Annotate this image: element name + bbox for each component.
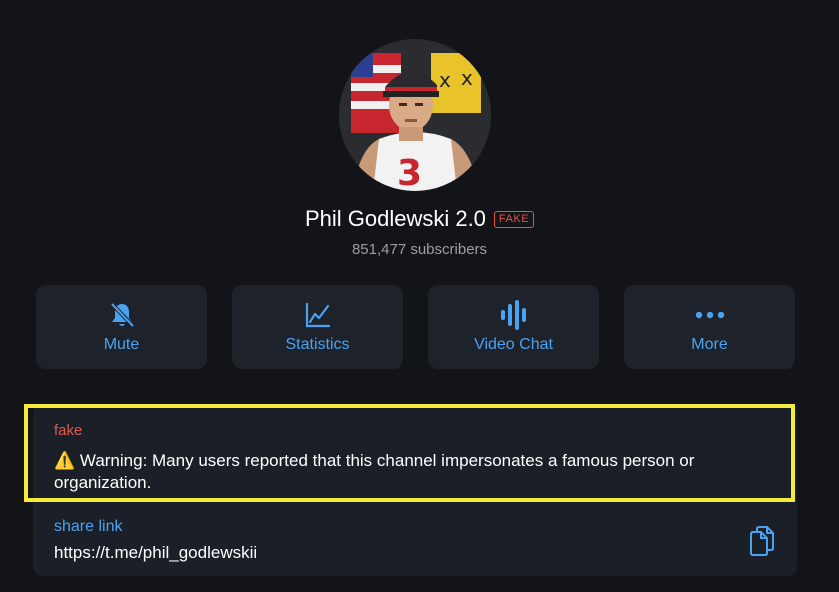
impersonation-warning: ⚠️ Warning: Many users reported that thi… xyxy=(54,450,784,494)
chart-line-icon xyxy=(304,300,332,330)
fake-label: fake xyxy=(54,422,83,439)
statistics-button[interactable]: Statistics xyxy=(232,285,403,369)
statistics-label: Statistics xyxy=(285,336,350,353)
video-chat-button[interactable]: Video Chat xyxy=(428,285,599,369)
mute-label: Mute xyxy=(103,336,140,353)
warning-icon: ⚠️ xyxy=(54,451,76,470)
bell-slash-icon xyxy=(108,300,136,330)
more-label: More xyxy=(691,336,728,353)
channel-avatar[interactable]: x x 3 xyxy=(339,39,491,191)
svg-text:x: x xyxy=(461,66,473,90)
subscriber-count: 851,477 subscribers xyxy=(351,241,488,258)
audio-wave-icon xyxy=(500,300,528,330)
copy-icon[interactable] xyxy=(748,526,776,561)
fake-badge: FAKE xyxy=(493,210,535,228)
action-buttons: Mute Statistics Video Chat More xyxy=(36,285,795,369)
warning-message: Warning: Many users reported that this c… xyxy=(54,451,695,492)
svg-text:3: 3 xyxy=(397,153,422,191)
channel-name: Phil Godlewski 2.0 xyxy=(304,206,486,231)
share-link-label: share link xyxy=(54,518,123,535)
share-link-url[interactable]: https://t.me/phil_godlewskii xyxy=(54,543,257,563)
more-button[interactable]: More xyxy=(624,285,795,369)
video-chat-label: Video Chat xyxy=(474,336,553,353)
ellipsis-icon xyxy=(695,300,725,330)
svg-text:x: x xyxy=(439,68,451,92)
mute-button[interactable]: Mute xyxy=(36,285,207,369)
